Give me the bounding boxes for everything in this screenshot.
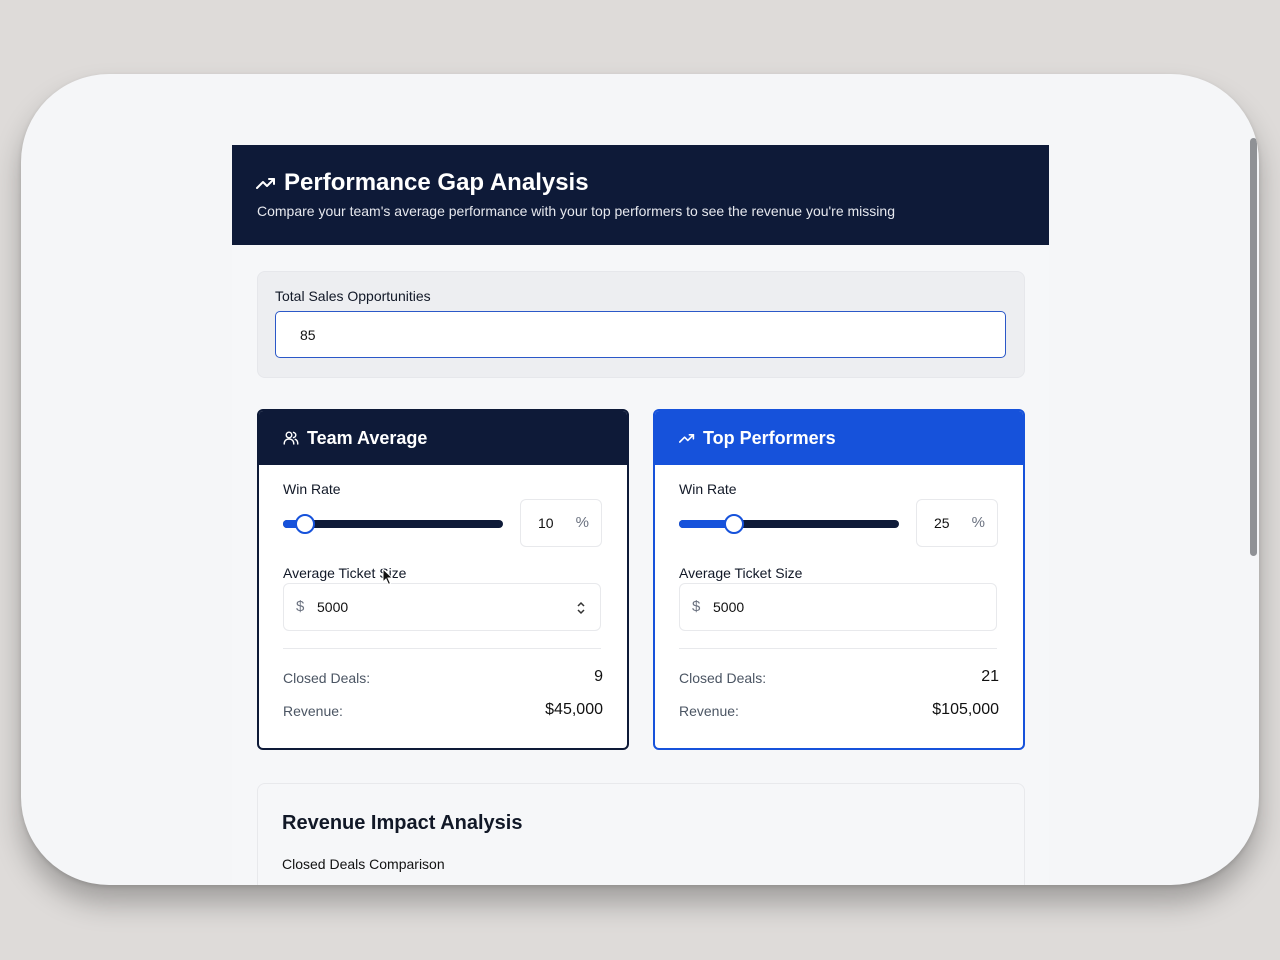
page-title-text: Performance Gap Analysis: [284, 169, 589, 196]
scrollbar-thumb[interactable]: [1250, 138, 1257, 556]
opportunities-input[interactable]: 85: [275, 311, 1006, 358]
opportunities-card: Total Sales Opportunities 85: [257, 271, 1025, 378]
team-win-rate-slider-thumb[interactable]: [295, 514, 315, 534]
closed-deals-comparison-label: Closed Deals Comparison: [282, 856, 445, 872]
top-performers-header: Top Performers: [655, 411, 1023, 465]
device-frame: Performance Gap Analysis Compare your te…: [21, 74, 1259, 885]
top-win-rate-input[interactable]: 25 %: [916, 499, 998, 547]
mouse-cursor-icon: [382, 568, 394, 586]
page-subtitle: Compare your team's average performance …: [257, 203, 895, 219]
page-header: Performance Gap Analysis Compare your te…: [232, 145, 1049, 245]
team-average-title: Team Average: [307, 427, 428, 448]
team-divider: [283, 648, 601, 649]
team-closed-value: 9: [594, 668, 603, 685]
team-percent-symbol: %: [575, 514, 589, 531]
number-stepper-icon[interactable]: [576, 601, 586, 615]
team-win-rate-value: 10: [538, 515, 554, 531]
top-revenue-label: Revenue:: [679, 703, 739, 719]
team-closed-label: Closed Deals:: [283, 670, 371, 686]
users-icon: [283, 431, 299, 445]
top-divider: [679, 648, 997, 649]
top-win-rate-value: 25: [934, 515, 950, 531]
team-ticket-input[interactable]: $ 5000: [283, 583, 601, 631]
trending-up-icon: [256, 178, 275, 189]
top-closed-value: 21: [981, 668, 999, 685]
revenue-impact-card: Revenue Impact Analysis Closed Deals Com…: [257, 783, 1025, 885]
revenue-impact-title: Revenue Impact Analysis: [282, 812, 523, 834]
team-average-header: Team Average: [259, 411, 627, 465]
top-ticket-value: 5000: [713, 599, 745, 615]
top-performers-card: Top Performers Win Rate 25 % Average Tic…: [653, 409, 1025, 750]
opportunities-label: Total Sales Opportunities: [275, 288, 431, 304]
team-win-rate-input[interactable]: 10 %: [520, 499, 602, 547]
top-percent-symbol: %: [971, 514, 985, 531]
team-ticket-value: 5000: [317, 599, 349, 615]
top-win-rate-slider-thumb[interactable]: [724, 514, 744, 534]
team-win-rate-slider[interactable]: [283, 514, 503, 534]
team-average-card: Team Average Win Rate 10 % Average Ticke…: [257, 409, 629, 750]
top-ticket-label: Average Ticket Size: [679, 565, 803, 581]
team-revenue-label: Revenue:: [283, 703, 343, 719]
top-ticket-input[interactable]: $ 5000: [679, 583, 997, 631]
opportunities-value: 85: [300, 326, 316, 343]
team-revenue-value: $45,000: [545, 701, 603, 718]
team-dollar-symbol: $: [296, 598, 305, 615]
team-win-rate-label: Win Rate: [283, 481, 341, 497]
page-content: Performance Gap Analysis Compare your te…: [232, 145, 1049, 885]
top-closed-label: Closed Deals:: [679, 670, 767, 686]
top-revenue-value: $105,000: [932, 701, 999, 718]
top-win-rate-label: Win Rate: [679, 481, 737, 497]
top-dollar-symbol: $: [692, 598, 701, 615]
trending-up-icon: [679, 433, 695, 443]
top-win-rate-slider[interactable]: [679, 514, 899, 534]
page-title: Performance Gap Analysis: [256, 169, 589, 197]
top-performers-title: Top Performers: [703, 427, 836, 448]
